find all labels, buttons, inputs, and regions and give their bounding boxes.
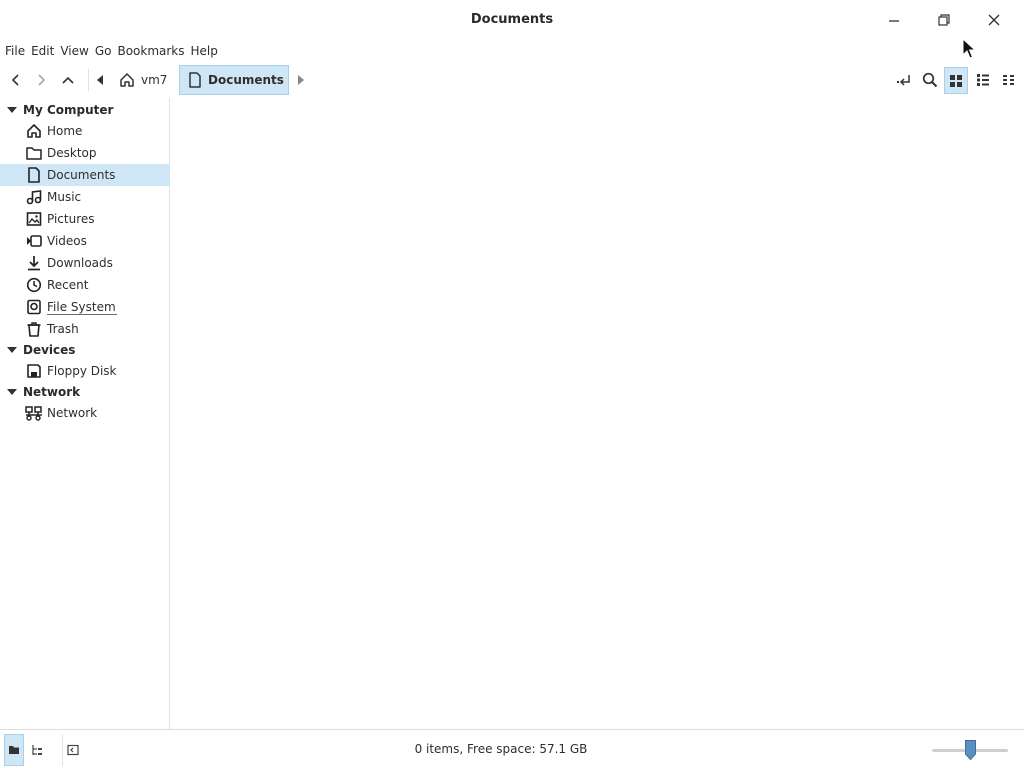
status-bar: 0 items, Free space: 57.1 GB xyxy=(0,729,1024,768)
download-icon xyxy=(28,256,40,271)
window-title: Documents xyxy=(470,12,554,27)
sidebar-item-label: Videos xyxy=(47,234,87,248)
toggle-location-button[interactable] xyxy=(892,68,916,92)
expander-down-icon xyxy=(6,107,17,113)
sidebar-item-label: Downloads xyxy=(47,256,113,270)
compact-view-icon xyxy=(1003,75,1014,85)
menu-file[interactable]: File xyxy=(2,44,28,58)
sidebar-item-pictures[interactable]: Pictures xyxy=(0,208,170,230)
menu-bookmarks[interactable]: Bookmarks xyxy=(114,44,187,58)
sidebar-item-label: Recent xyxy=(47,278,89,292)
minimize-button[interactable] xyxy=(883,10,905,30)
mouse-cursor-icon xyxy=(962,38,976,59)
clock-icon xyxy=(26,277,42,293)
status-text: 0 items, Free space: 57.1 GB xyxy=(414,742,588,756)
sidebar-item-label: Network xyxy=(47,406,98,420)
close-button[interactable] xyxy=(983,10,1005,30)
close-icon xyxy=(988,14,1000,26)
sidebar-item-network[interactable]: Network xyxy=(0,402,170,424)
expander-down-icon xyxy=(6,389,17,395)
sidebar-item-desktop[interactable]: Desktop xyxy=(0,142,170,164)
menu-bar: File Edit View Go Bookmarks Help xyxy=(0,41,221,61)
icon-view-button[interactable] xyxy=(944,67,968,94)
back-icon xyxy=(11,74,19,86)
forward-icon xyxy=(38,74,46,86)
toggle-location-icon xyxy=(897,75,910,86)
compact-view-button[interactable] xyxy=(997,68,1021,92)
sidebar-item-label: Home xyxy=(47,124,83,138)
triangle-left-icon xyxy=(96,75,103,85)
icon-view-icon xyxy=(950,74,962,87)
home-icon xyxy=(27,124,41,138)
back-button[interactable] xyxy=(5,69,27,91)
video-icon xyxy=(27,235,42,247)
sidebar-item-videos[interactable]: Videos xyxy=(0,230,170,252)
section-my-computer[interactable]: My Computer xyxy=(0,99,170,121)
disk-usage-bar xyxy=(47,314,117,315)
sidebar-item-label: Pictures xyxy=(47,212,95,226)
home-icon xyxy=(120,73,134,87)
breadcrumb-right-button[interactable] xyxy=(293,69,309,91)
up-icon xyxy=(62,76,74,84)
menu-go[interactable]: Go xyxy=(92,44,115,58)
sidebar-item-recent[interactable]: Recent xyxy=(0,274,170,296)
trash-icon xyxy=(27,322,41,337)
section-title: Network xyxy=(23,385,81,399)
title-bar: Documents xyxy=(0,0,1024,40)
drive-icon xyxy=(27,299,41,315)
breadcrumb-left-button[interactable] xyxy=(88,69,110,91)
triangle-right-icon xyxy=(298,75,304,85)
sidebar-item-floppy-disk[interactable]: Floppy Disk xyxy=(0,360,170,382)
document-icon xyxy=(28,167,40,183)
section-title: My Computer xyxy=(23,103,114,117)
zoom-slider-handle[interactable] xyxy=(964,740,976,760)
minimize-icon xyxy=(889,20,899,22)
section-devices[interactable]: Devices xyxy=(0,339,170,361)
music-icon xyxy=(26,190,42,205)
sidebar-item-label: Music xyxy=(47,190,82,204)
sidebar-item-trash[interactable]: Trash xyxy=(0,318,170,340)
sidebar-item-music[interactable]: Music xyxy=(0,186,170,208)
picture-icon xyxy=(26,212,42,226)
breadcrumb-vm7[interactable]: vm7 xyxy=(112,65,178,95)
section-title: Devices xyxy=(23,343,76,357)
sidebar-item-label: Documents xyxy=(47,168,116,182)
sidebar-item-downloads[interactable]: Downloads xyxy=(0,252,170,274)
folder-icon xyxy=(26,147,42,160)
floppy-icon xyxy=(27,364,41,378)
document-icon xyxy=(189,72,201,88)
section-network[interactable]: Network xyxy=(0,381,170,403)
search-icon xyxy=(922,72,938,88)
sidebar-item-label: Desktop xyxy=(47,146,97,160)
sidebar-item-label: File System xyxy=(47,300,116,314)
up-button[interactable] xyxy=(57,69,79,91)
breadcrumb-label: Documents xyxy=(208,73,284,87)
list-view-button[interactable] xyxy=(971,68,995,92)
expander-down-icon xyxy=(6,347,17,353)
menu-view[interactable]: View xyxy=(57,44,91,58)
sidebar: My Computer Home Desktop Documents Music… xyxy=(0,98,170,729)
breadcrumb-documents[interactable]: Documents xyxy=(179,65,289,95)
breadcrumb-label: vm7 xyxy=(141,73,168,87)
forward-button[interactable] xyxy=(30,69,52,91)
toolbar: vm7 Documents xyxy=(0,63,1024,97)
network-icon xyxy=(25,406,42,421)
maximize-button[interactable] xyxy=(933,10,955,30)
menu-edit[interactable]: Edit xyxy=(28,44,57,58)
sidebar-item-home[interactable]: Home xyxy=(0,120,170,142)
sidebar-item-documents[interactable]: Documents xyxy=(0,164,170,186)
search-button[interactable] xyxy=(918,68,942,92)
sidebar-item-label: Floppy Disk xyxy=(47,364,117,378)
sidebar-item-label: Trash xyxy=(47,322,79,336)
menu-help[interactable]: Help xyxy=(188,44,221,58)
list-view-icon xyxy=(977,74,989,86)
file-view-area[interactable] xyxy=(171,98,1024,729)
restore-icon xyxy=(938,14,950,26)
